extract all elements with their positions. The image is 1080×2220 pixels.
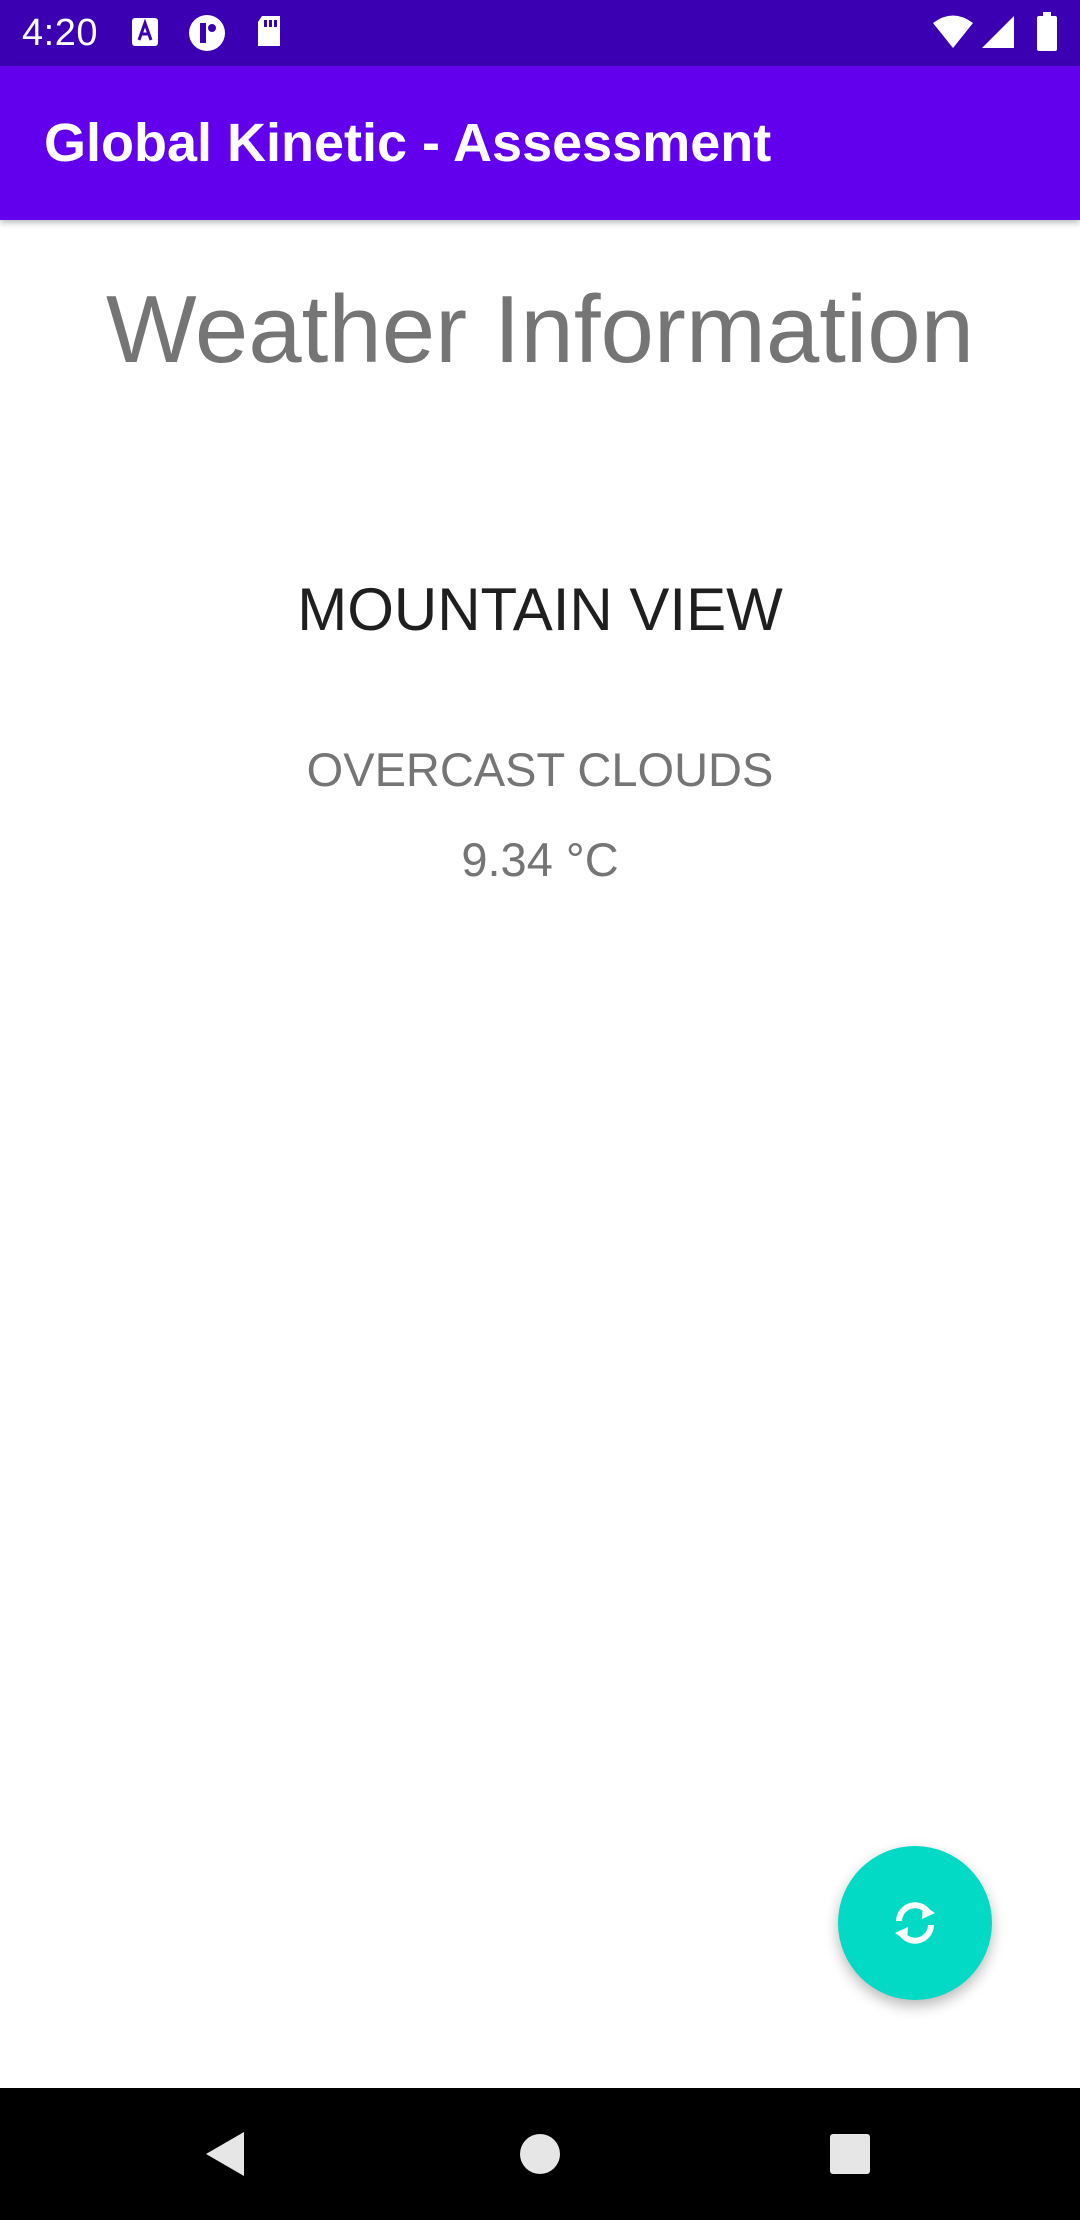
sd-card-icon <box>254 14 284 55</box>
recents-button[interactable] <box>784 2088 916 2220</box>
city-name: MOUNTAIN VIEW <box>297 576 783 643</box>
back-button[interactable] <box>160 2088 292 2220</box>
t-notification-icon <box>188 14 226 57</box>
battery-icon <box>1036 12 1058 57</box>
navigation-bar <box>0 2088 1080 2220</box>
back-icon <box>204 2130 248 2178</box>
refresh-button[interactable] <box>838 1846 992 2000</box>
wifi-icon <box>932 14 974 55</box>
app-bar: Global Kinetic - Assessment <box>0 66 1080 220</box>
app-title: Global Kinetic - Assessment <box>44 113 772 173</box>
page-heading: Weather Information <box>106 276 974 383</box>
status-time: 4:20 <box>22 12 98 54</box>
status-bar: 4:20 <box>0 0 1080 66</box>
text-a-notification-icon <box>130 14 160 55</box>
cell-signal-icon <box>980 14 1016 55</box>
weather-condition: OVERCAST CLOUDS <box>306 743 774 796</box>
refresh-icon <box>887 1895 943 1951</box>
recents-icon <box>829 2133 871 2175</box>
home-icon <box>519 2133 561 2175</box>
temperature-value: 9.34 °C <box>461 833 619 886</box>
home-button[interactable] <box>474 2088 606 2220</box>
